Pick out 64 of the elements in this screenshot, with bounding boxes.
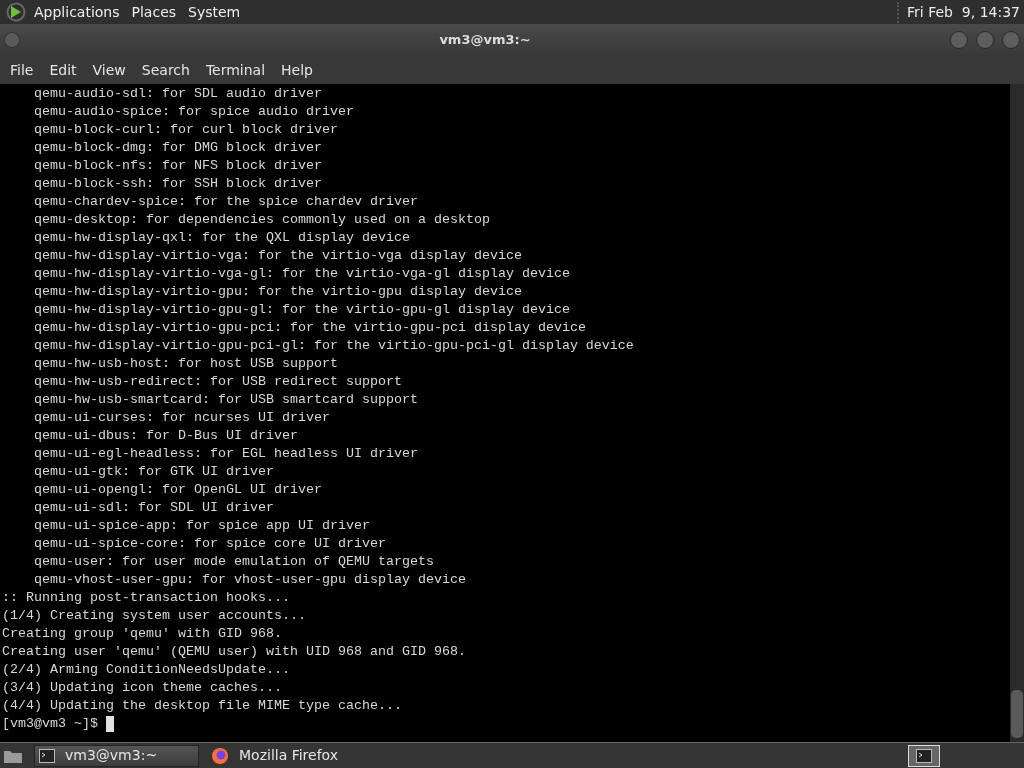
terminal-line: qemu-ui-sdl: for SDL UI driver — [33, 499, 274, 517]
terminal-line: qemu-desktop: for dependencies commonly used on a desktop — [33, 211, 490, 229]
terminal-area[interactable] — [0, 84, 1010, 742]
workspace-switcher[interactable] — [908, 744, 940, 767]
terminal-line: qemu-ui-dbus: for D-Bus UI driver — [33, 427, 298, 445]
terminal-line: :: Running post-transaction hooks... — [1, 589, 290, 607]
shell-prompt: [vm3@vm3 ~]$ — [2, 715, 98, 733]
terminal-line: qemu-audio-spice: for spice audio driver — [33, 103, 354, 121]
close-button[interactable] — [1002, 31, 1020, 49]
firefox-icon — [211, 746, 229, 765]
menu-item[interactable]: View — [84, 59, 134, 81]
terminal-line: qemu-block-dmg: for DMG block driver — [33, 139, 322, 157]
task-label: Mozilla Firefox — [239, 746, 339, 765]
terminal-line: qemu-ui-opengl: for OpenGL UI driver — [33, 481, 322, 499]
terminal-line: qemu-hw-display-qxl: for the QXL display device — [33, 229, 410, 247]
terminal-line: qemu-hw-display-virtio-gpu-gl: for the virtio-gpu-gl display device — [33, 301, 570, 319]
terminal-line: qemu-ui-spice-core: for spice core UI driver — [33, 535, 386, 553]
terminal-line: qemu-vhost-user-gpu: for vhost-user-gpu display device — [33, 571, 466, 589]
maximize-button[interactable] — [976, 31, 994, 49]
scrollbar-thumb[interactable] — [1011, 690, 1023, 738]
terminal-line: qemu-hw-display-virtio-gpu-pci: for the virtio-gpu-pci display device — [33, 319, 586, 337]
menu-item[interactable]: File — [2, 59, 42, 81]
terminal-line: qemu-chardev-spice: for the spice chardev driver — [33, 193, 418, 211]
terminal-line: qemu-hw-usb-redirect: for USB redirect support — [33, 373, 402, 391]
terminal-line: (2/4) Arming ConditionNeedsUpdate... — [1, 661, 290, 679]
window-title: vm3@vm3:~ — [438, 31, 532, 50]
terminal-line: qemu-hw-display-virtio-gpu-pci-gl: for the virtio-gpu-pci-gl display device — [33, 337, 634, 355]
terminal-line: qemu-ui-gtk: for GTK UI driver — [33, 463, 274, 481]
task-button[interactable]: Mozilla Firefox — [207, 744, 372, 767]
clock[interactable]: Fri Feb 9, 14:37 — [897, 1, 1020, 23]
terminal-icon — [916, 748, 932, 763]
terminal-line: Creating user 'qemu' (QEMU user) with UID 968 and GID 968. — [1, 643, 466, 661]
terminal-line: qemu-block-curl: for curl block driver — [33, 121, 338, 139]
menu-item[interactable]: Help — [273, 59, 321, 81]
terminal-line: qemu-hw-usb-host: for host USB support — [33, 355, 338, 373]
menu-item[interactable]: Search — [133, 59, 198, 81]
terminal-line: qemu-block-nfs: for NFS block driver — [33, 157, 322, 175]
terminal-line: qemu-ui-curses: for ncurses UI driver — [33, 409, 330, 427]
menu-item[interactable]: Terminal — [197, 59, 274, 81]
panel-menu[interactable]: Places — [131, 1, 177, 23]
terminal-line: qemu-user: for user mode emulation of QEMU targets — [33, 553, 434, 571]
text-cursor — [106, 716, 114, 732]
panel-menu[interactable]: Applications — [34, 1, 120, 23]
distro-logo-icon — [6, 2, 26, 22]
task-label: vm3@vm3:~ — [65, 746, 158, 765]
task-button[interactable]: vm3@vm3:~ — [34, 744, 199, 767]
terminal-line: (3/4) Updating icon theme caches... — [1, 679, 282, 697]
terminal-line: qemu-hw-display-virtio-vga: for the virtio-vga display device — [33, 247, 522, 265]
terminal-line: qemu-audio-sdl: for SDL audio driver — [33, 85, 322, 103]
terminal-line: qemu-hw-usb-smartcard: for USB smartcard support — [33, 391, 418, 409]
window-menu-icon[interactable] — [4, 32, 20, 48]
terminal-line: (1/4) Creating system user accounts... — [1, 607, 306, 625]
scrollbar[interactable] — [1010, 84, 1024, 742]
terminal-icon — [39, 748, 55, 763]
terminal-line: qemu-ui-egl-headless: for EGL headless UI driver — [33, 445, 418, 463]
terminal-line: qemu-block-ssh: for SSH block driver — [33, 175, 322, 193]
terminal-line: qemu-ui-spice-app: for spice app UI driver — [33, 517, 370, 535]
terminal-line: Creating group 'qemu' with GID 968. — [1, 625, 282, 643]
terminal-line: qemu-hw-display-virtio-gpu: for the virtio-gpu display device — [33, 283, 522, 301]
terminal-line: (4/4) Updating the desktop file MIME type cache... — [1, 697, 402, 715]
menu-item[interactable]: Edit — [41, 59, 85, 81]
panel-menu[interactable]: System — [188, 1, 241, 23]
minimize-button[interactable] — [950, 31, 968, 49]
terminal-line: qemu-hw-display-virtio-vga-gl: for the virtio-vga-gl display device — [33, 265, 570, 283]
